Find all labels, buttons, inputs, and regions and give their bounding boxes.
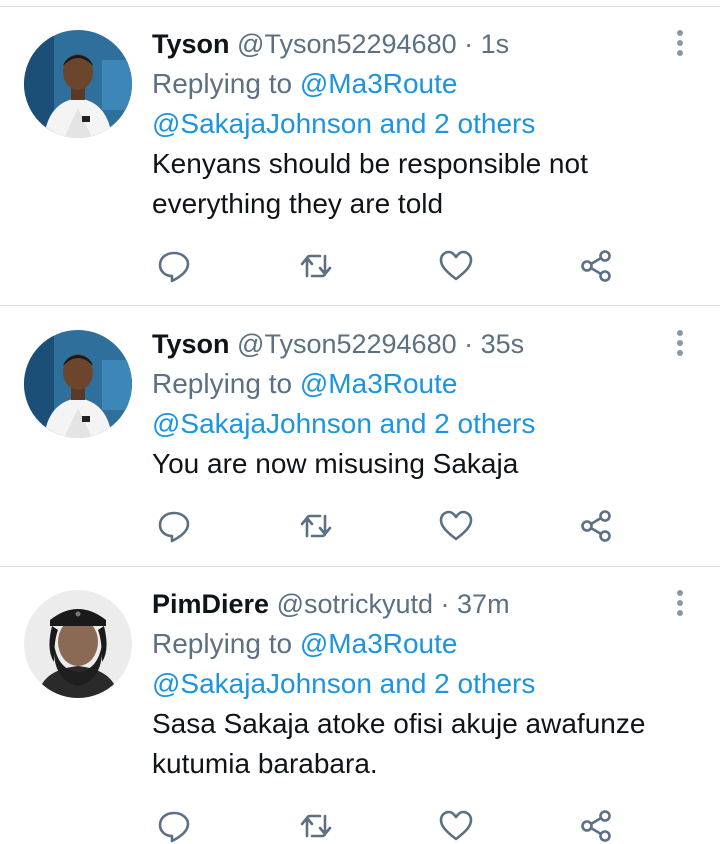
reply-icon[interactable] xyxy=(156,248,192,284)
display-name[interactable]: Tyson xyxy=(152,29,230,59)
replying-to-others[interactable]: @SakajaJohnson and 2 others xyxy=(152,404,672,444)
like-icon[interactable] xyxy=(438,808,474,844)
tweet-actions xyxy=(156,248,626,284)
timestamp[interactable]: · 35s xyxy=(464,329,524,359)
display-name[interactable]: Tyson xyxy=(152,329,230,359)
tweet-divider xyxy=(0,566,720,567)
more-vertical-icon[interactable] xyxy=(676,30,684,60)
replying-to-label: Replying to xyxy=(152,368,293,399)
replying-to-others[interactable]: @SakajaJohnson and 2 others xyxy=(152,104,672,144)
replying-to-mention[interactable]: @Ma3Route xyxy=(300,368,458,399)
user-handle[interactable]: @sotrickyutd xyxy=(277,589,433,619)
replying-to: Replying to @Ma3Route xyxy=(152,64,672,104)
replying-to-label: Replying to xyxy=(152,628,293,659)
share-icon[interactable] xyxy=(578,808,614,844)
share-icon[interactable] xyxy=(578,248,614,284)
tweet-header: Tyson @Tyson52294680 · 35s xyxy=(152,324,672,364)
like-icon[interactable] xyxy=(438,248,474,284)
replying-to-others[interactable]: @SakajaJohnson and 2 others xyxy=(152,664,672,704)
tweet-header: Tyson @Tyson52294680 · 1s xyxy=(152,24,672,64)
retweet-icon[interactable] xyxy=(298,508,334,544)
tweet-actions xyxy=(156,508,626,544)
more-vertical-icon[interactable] xyxy=(676,330,684,360)
tweet-actions xyxy=(156,808,626,844)
top-divider xyxy=(0,6,720,7)
share-icon[interactable] xyxy=(578,508,614,544)
more-vertical-icon[interactable] xyxy=(676,590,684,620)
user-handle[interactable]: @Tyson52294680 xyxy=(237,329,457,359)
avatar[interactable] xyxy=(24,30,132,138)
timestamp[interactable]: · 37m xyxy=(441,589,510,619)
user-handle[interactable]: @Tyson52294680 xyxy=(237,29,457,59)
tweet-divider xyxy=(0,305,720,306)
display-name[interactable]: PimDiere xyxy=(152,589,269,619)
tweet-text: Kenyans should be responsible not everyt… xyxy=(152,148,588,219)
reply-icon[interactable] xyxy=(156,508,192,544)
replying-to: Replying to @Ma3Route xyxy=(152,364,672,404)
avatar[interactable] xyxy=(24,590,132,698)
replying-to: Replying to @Ma3Route xyxy=(152,624,672,664)
tweet-text: You are now misusing Sakaja xyxy=(152,448,519,479)
tweet-header: PimDiere @sotrickyutd · 37m xyxy=(152,584,672,624)
avatar[interactable] xyxy=(24,330,132,438)
like-icon[interactable] xyxy=(438,508,474,544)
tweet-text: Sasa Sakaja atoke ofisi akuje awafunze k… xyxy=(152,708,646,779)
timestamp[interactable]: · 1s xyxy=(464,29,509,59)
replying-to-mention[interactable]: @Ma3Route xyxy=(300,628,458,659)
retweet-icon[interactable] xyxy=(298,248,334,284)
replying-to-label: Replying to xyxy=(152,68,293,99)
replying-to-mention[interactable]: @Ma3Route xyxy=(300,68,458,99)
reply-icon[interactable] xyxy=(156,808,192,844)
retweet-icon[interactable] xyxy=(298,808,334,844)
